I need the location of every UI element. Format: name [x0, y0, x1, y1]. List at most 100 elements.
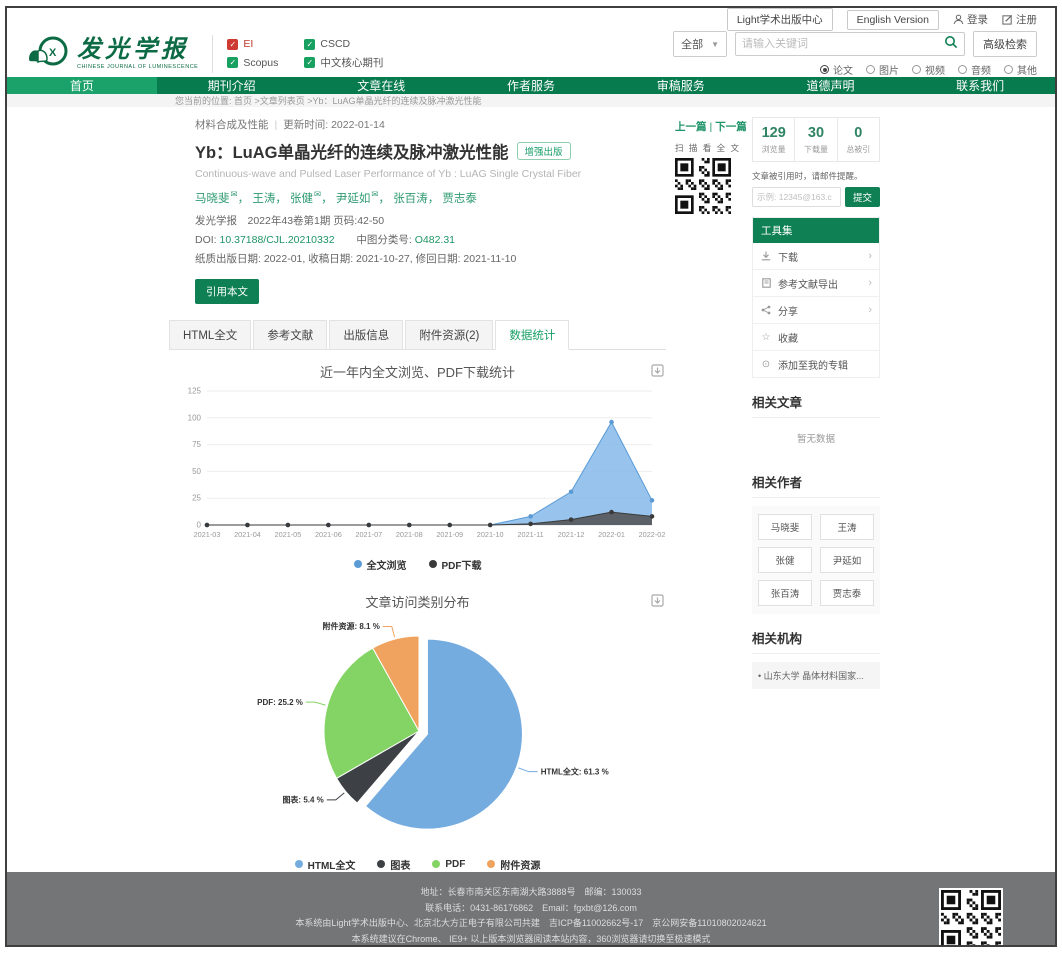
- tool-add-to-album[interactable]: ⊙ 添加至我的专辑: [753, 351, 879, 377]
- email-alert-input[interactable]: [752, 187, 841, 207]
- search-category-select[interactable]: 全部 ▼: [673, 31, 727, 57]
- tab[interactable]: 参考文献: [253, 320, 327, 350]
- related-authors-title: 相关作者: [752, 472, 880, 498]
- search-area: 全部 ▼ 高级检索 论文: [673, 31, 1037, 77]
- search-icon[interactable]: [944, 35, 958, 54]
- register-link[interactable]: 注册: [1002, 12, 1037, 27]
- nav-item[interactable]: 期刊介绍: [157, 77, 307, 94]
- cite-notice: 文章被引用时，请邮件提醒。: [752, 170, 880, 182]
- cite-article-button[interactable]: 引用本文: [195, 279, 259, 304]
- advanced-search-button[interactable]: 高级检索: [973, 31, 1037, 57]
- legend-item[interactable]: 全文浏览: [354, 557, 407, 572]
- pie-chart-legend[interactable]: HTML全文 图表 PDF 附件资源: [169, 857, 666, 872]
- author-link[interactable]: 尹延如✉，: [336, 193, 393, 205]
- legend-dot-icon: [354, 560, 362, 568]
- search-type-radio[interactable]: 视频: [912, 62, 945, 77]
- author-link[interactable]: 张百涛✉，: [393, 193, 442, 205]
- tool-download[interactable]: 下载 ›: [753, 243, 879, 270]
- nav-item[interactable]: 文章在线: [306, 77, 456, 94]
- article-meta-line: 材料合成及性能|更新时间: 2022-01-14: [195, 117, 666, 132]
- tab[interactable]: HTML全文: [169, 320, 251, 350]
- related-author-button[interactable]: 贾志泰: [820, 580, 874, 606]
- nav-item[interactable]: 首页: [7, 77, 157, 94]
- chevron-down-icon: ▼: [711, 40, 719, 49]
- login-link[interactable]: 登录: [953, 12, 988, 27]
- legend-item[interactable]: HTML全文: [295, 857, 356, 872]
- related-author-button[interactable]: 尹延如: [820, 547, 874, 573]
- english-version-link[interactable]: English Version: [847, 10, 939, 30]
- search-type-radio[interactable]: 音频: [958, 62, 991, 77]
- header-divider: [212, 35, 213, 73]
- tab[interactable]: 附件资源(2): [405, 320, 493, 350]
- doi-line: DOI: 10.37188/CJL.20210332 中图分类号: O482.3…: [195, 232, 666, 247]
- area-chart-legend[interactable]: 全文浏览 PDF下载: [169, 557, 666, 572]
- svg-text:2021-05: 2021-05: [275, 530, 302, 539]
- search-type-radio[interactable]: 图片: [866, 62, 899, 77]
- related-author-button[interactable]: 王涛: [820, 514, 874, 540]
- nav-item[interactable]: 审稿服务: [606, 77, 756, 94]
- author-link[interactable]: 贾志泰✉: [442, 193, 477, 205]
- search-input[interactable]: [742, 38, 944, 50]
- svg-text:50: 50: [192, 467, 201, 476]
- footer-lines: 地址：长春市南关区东南湖大路3888号 邮编：130033联系电话：0431-8…: [7, 885, 1055, 947]
- submit-button[interactable]: 提交: [845, 187, 880, 207]
- footer: 地址：长春市南关区东南湖大路3888号 邮编：130033联系电话：0431-8…: [7, 872, 1055, 947]
- related-author-button[interactable]: 马晓斐: [758, 514, 812, 540]
- prev-article-link[interactable]: 上一篇: [675, 121, 707, 133]
- next-article-link[interactable]: 下一篇: [715, 121, 747, 133]
- article-column: 材料合成及性能|更新时间: 2022-01-14 Yb：LuAG单晶光纤的连续及…: [169, 117, 666, 872]
- tool-export-references[interactable]: 参考文献导出 ›: [753, 270, 879, 297]
- related-author-button[interactable]: 张健: [758, 547, 812, 573]
- article-header: 材料合成及性能|更新时间: 2022-01-14 Yb：LuAG单晶光纤的连续及…: [169, 117, 666, 304]
- legend-item[interactable]: 附件资源: [487, 857, 540, 872]
- article-updated: 更新时间: 2022-01-14: [283, 119, 385, 131]
- doi-link[interactable]: 10.37188/CJL.20210332: [220, 234, 335, 246]
- legend-item[interactable]: PDF下载: [429, 557, 482, 572]
- nav-item[interactable]: 作者服务: [456, 77, 606, 94]
- footer-line: 地址：长春市南关区东南湖大路3888号 邮编：130033: [7, 885, 1055, 901]
- article-stats: 129 浏览量 30 下载量 0 总被引: [752, 117, 880, 162]
- legend-dot-icon: [432, 860, 440, 868]
- legend-item[interactable]: 图表: [377, 857, 410, 872]
- nav-item[interactable]: 联系我们: [905, 77, 1055, 94]
- footer-line: 本系统由Light学术出版中心、北京北大方正电子有限公司共建 吉ICP备1100…: [7, 916, 1055, 932]
- qr-code: [675, 158, 731, 214]
- author-link[interactable]: 马晓斐✉，: [195, 193, 252, 205]
- tab[interactable]: 数据统计: [495, 320, 569, 350]
- save-pie-icon[interactable]: [651, 594, 664, 612]
- author-link[interactable]: 王涛✉，: [252, 193, 290, 205]
- save-chart-icon[interactable]: [651, 364, 664, 382]
- journal-logo[interactable]: X 发光学报 CHINESE JOURNAL OF LUMINESCENCE: [25, 32, 198, 77]
- svg-text:2022-01: 2022-01: [598, 530, 625, 539]
- chevron-right-icon: ›: [868, 277, 872, 289]
- svg-text:2021-08: 2021-08: [396, 530, 423, 539]
- tool-share[interactable]: 分享 ›: [753, 297, 879, 324]
- pie-chart-title: 文章访问类别分布: [169, 592, 666, 611]
- light-center-link[interactable]: Light学术出版中心: [727, 8, 833, 31]
- nav-item[interactable]: 道德声明: [756, 77, 906, 94]
- tool-favorite[interactable]: ☆ 收藏: [753, 324, 879, 351]
- article-tabs: HTML全文 参考文献 出版信息 附件资源(2) 数据统: [169, 320, 666, 350]
- main-content: 材料合成及性能|更新时间: 2022-01-14 Yb：LuAG单晶光纤的连续及…: [7, 107, 1055, 872]
- main-nav: 首页 期刊介绍 文章在线 作者服务 审稿服务 道德声明 联系我们: [7, 77, 1055, 94]
- stat-box: 0 总被引: [838, 118, 879, 161]
- svg-text:25: 25: [192, 494, 201, 503]
- svg-text:125: 125: [188, 386, 202, 395]
- clc-number: O482.31: [415, 234, 455, 246]
- enhanced-publication-badge[interactable]: 增强出版: [517, 142, 571, 160]
- search-type-radio[interactable]: 其他: [1004, 62, 1037, 77]
- envelope-icon[interactable]: ✉: [231, 189, 238, 199]
- related-org-link[interactable]: • 山东大学 晶体材料国家...: [752, 662, 880, 689]
- checkbox-icon: [304, 39, 315, 50]
- legend-item[interactable]: PDF: [432, 857, 465, 872]
- header: X 发光学报 CHINESE JOURNAL OF LUMINESCENCE E…: [7, 31, 1055, 77]
- svg-text:2021-11: 2021-11: [518, 530, 544, 539]
- related-author-button[interactable]: 张百涛: [758, 580, 812, 606]
- tab[interactable]: 出版信息: [329, 320, 403, 350]
- share-icon: [760, 305, 772, 315]
- article-category[interactable]: 材料合成及性能: [195, 119, 269, 131]
- svg-text:2021-06: 2021-06: [315, 530, 342, 539]
- svg-text:附件资源: 8.1 %: 附件资源: 8.1 %: [322, 621, 379, 631]
- author-link[interactable]: 张健✉，: [290, 193, 336, 205]
- search-type-radio[interactable]: 论文: [820, 62, 853, 77]
